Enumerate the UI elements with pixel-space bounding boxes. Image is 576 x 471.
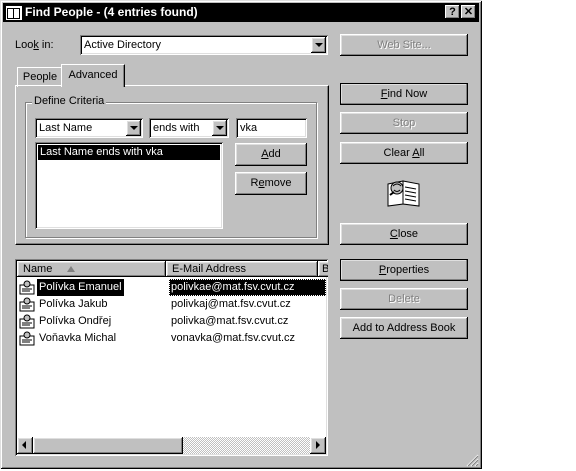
- remove-criteria-button[interactable]: Remove: [235, 172, 307, 195]
- row-email: polivka@mat.fsv.cvut.cz: [171, 315, 289, 327]
- advanced-tab-panel: Define Criteria Last Name ends with vka …: [15, 85, 329, 245]
- look-in-label: Look in:: [15, 39, 54, 51]
- criteria-field-value: Last Name: [39, 122, 93, 134]
- column-header-name[interactable]: Name: [17, 261, 166, 277]
- address-book-icon: [6, 6, 22, 20]
- close-button[interactable]: Close: [340, 223, 468, 245]
- delete-button[interactable]: Delete: [340, 288, 468, 310]
- help-button[interactable]: ?: [445, 5, 460, 19]
- criteria-operator-arrow[interactable]: [212, 120, 227, 136]
- row-email: polivkae@mat.fsv.cvut.cz: [169, 279, 326, 296]
- find-people-book-icon: [387, 180, 420, 207]
- size-grip-icon[interactable]: [466, 454, 479, 467]
- criteria-field-arrow[interactable]: [126, 120, 141, 136]
- table-row[interactable]: Polívka Ondřej polivka@mat.fsv.cvut.cz: [17, 313, 326, 330]
- column-header-business-phone[interactable]: B: [318, 261, 328, 277]
- table-row[interactable]: Polívka Emanuel polivkae@mat.fsv.cvut.cz: [17, 279, 326, 296]
- tab-advanced[interactable]: Advanced: [61, 64, 125, 87]
- results-header: Name E-Mail Address B: [17, 261, 328, 278]
- criteria-operator-value: ends with: [153, 122, 200, 134]
- arrow-right-icon: [316, 441, 320, 449]
- results-list[interactable]: Name E-Mail Address B Polívka Emanuel po…: [15, 259, 328, 456]
- chevron-down-icon: [129, 126, 138, 130]
- contact-card-icon: [19, 280, 35, 295]
- row-name: Voňavka Michal: [39, 332, 117, 344]
- row-name: Polívka Jakub: [39, 298, 108, 310]
- table-row[interactable]: Voňavka Michal vonavka@mat.fsv.cvut.cz: [17, 330, 326, 347]
- criteria-value-input[interactable]: vka: [236, 118, 307, 138]
- contact-card-icon: [19, 331, 35, 346]
- look-in-dropdown-arrow[interactable]: [311, 37, 326, 53]
- add-criteria-button[interactable]: Add: [235, 143, 307, 166]
- horizontal-scrollbar[interactable]: [17, 437, 326, 454]
- arrow-left-icon: [22, 441, 26, 449]
- criteria-field-dropdown[interactable]: Last Name: [35, 118, 143, 138]
- criteria-value-text: vka: [240, 122, 258, 134]
- scroll-thumb[interactable]: [33, 437, 183, 454]
- chevron-down-icon: [215, 126, 224, 130]
- properties-button[interactable]: Properties: [340, 259, 468, 281]
- scroll-right-button[interactable]: [310, 437, 326, 454]
- criteria-operator-dropdown[interactable]: ends with: [149, 118, 229, 138]
- web-site-button[interactable]: Web Site...: [340, 34, 468, 56]
- row-email: vonavka@mat.fsv.cvut.cz: [171, 332, 296, 344]
- column-header-email[interactable]: E-Mail Address: [166, 261, 318, 277]
- row-email: polivkaj@mat.fsv.cvut.cz: [171, 298, 291, 310]
- contact-card-icon: [19, 314, 35, 329]
- row-name: Polívka Ondřej: [39, 315, 112, 327]
- stop-button[interactable]: Stop: [340, 112, 468, 134]
- look-in-dropdown[interactable]: Active Directory: [80, 35, 328, 55]
- define-criteria-label: Define Criteria: [32, 95, 107, 108]
- clear-all-button[interactable]: Clear All: [340, 142, 468, 164]
- sort-ascending-icon: [67, 266, 75, 272]
- window-title: Find People - (4 entries found): [25, 5, 198, 19]
- criteria-list[interactable]: Last Name ends with vka: [35, 142, 223, 229]
- chevron-down-icon: [314, 43, 323, 47]
- table-row[interactable]: Polívka Jakub polivkaj@mat.fsv.cvut.cz: [17, 296, 326, 313]
- find-now-button[interactable]: Find Now: [340, 83, 468, 105]
- look-in-value: Active Directory: [84, 39, 162, 51]
- criteria-list-item[interactable]: Last Name ends with vka: [38, 145, 220, 160]
- find-people-window: Find People - (4 entries found) ? ✕ Look…: [0, 0, 482, 469]
- title-bar[interactable]: Find People - (4 entries found) ? ✕: [3, 3, 479, 22]
- close-window-button[interactable]: ✕: [461, 5, 476, 19]
- add-to-address-book-button[interactable]: Add to Address Book: [340, 317, 468, 339]
- row-name: Polívka Emanuel: [37, 279, 124, 296]
- contact-card-icon: [19, 297, 35, 312]
- results-rows: Polívka Emanuel polivkae@mat.fsv.cvut.cz…: [17, 279, 326, 437]
- scroll-left-button[interactable]: [17, 437, 33, 454]
- tab-people[interactable]: People: [17, 67, 63, 87]
